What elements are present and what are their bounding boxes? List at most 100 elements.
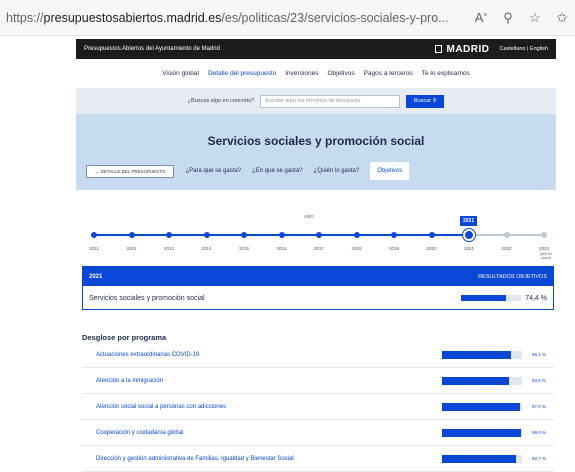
timeline-year-dot[interactable] [91,232,97,238]
result-progress-bar [461,295,522,301]
desglose-title: Desglose por programa [82,333,167,342]
search-button[interactable]: Buscar ⚲ [406,94,445,108]
tab-objetivos[interactable]: Objetivos [370,162,410,180]
search-input[interactable]: Escribe aquí los términos de búsqueda [260,94,401,108]
hero-section: Servicios sociales y promoción social ← … [76,114,556,190]
language-switch[interactable]: Castellano | English [499,46,548,52]
url-prefix: https:// [6,10,44,25]
result-year: 2021 [89,273,103,280]
search-label: ¿Buscas algo en concreto? [187,98,255,104]
program-name[interactable]: Cooperación y ciudadanía global [82,430,442,436]
timeline-year-dot[interactable] [391,232,397,238]
timeline-year-dot[interactable] [316,232,322,238]
program-progress-fill [442,350,511,359]
timeline-year-label[interactable]: 2022 [498,246,516,251]
timeline-year-dot[interactable] [128,232,135,238]
program-row[interactable]: Atención social social a personas con ad… [82,394,554,420]
timeline-year-label[interactable]: 2016 [273,246,291,251]
url-host: presupuestosabiertos.madrid.es [43,10,222,25]
site-top-bar: Presupuestos Abiertos del Ayuntamiento d… [76,39,556,59]
url-field[interactable]: https://presupuestosabiertos.madrid.es/e… [6,11,466,25]
timeline-year-dot[interactable] [166,232,172,238]
program-progress-fill [442,376,509,385]
program-progress-fill [442,428,522,437]
program-percent: 97,0 % [532,404,547,409]
year-timeline: AÑO 2011 2012 2013 2014 2015 2016 2017 2018 2019… [76,210,556,260]
result-card: 2021 RESULTADOS OBJETIVOS Servicios soci… [82,266,554,310]
timeline-year-dot[interactable] [503,232,510,238]
favorite-icon[interactable]: ☆ [528,10,542,26]
brand-name: MADRID [446,43,490,55]
timeline-year-label[interactable]: 2013 [160,246,178,251]
result-header: 2021 RESULTADOS OBJETIVOS [83,267,553,286]
timeline-year-label[interactable]: 2011 [85,246,103,251]
timeline-label: AÑO [304,214,314,219]
timeline-year-dot[interactable] [463,229,475,241]
browser-address-bar[interactable]: https://presupuestosabiertos.madrid.es/e… [0,0,575,36]
program-percent: 99,0 % [532,430,547,435]
madrid-logo[interactable]: MADRID [435,44,489,55]
main-nav: Visión global Detalle del presupuesto In… [76,70,556,84]
favorites-bar-icon[interactable]: ✩ [555,10,569,26]
program-progress-bar [442,376,522,385]
program-row[interactable]: Cooperación y ciudadanía global 99,0 % [82,420,554,446]
timeline-year-dot[interactable] [428,232,435,238]
url-path: /es/politicas/23/servicios-sociales-y-pr… [221,10,449,25]
tab-en-que[interactable]: ¿En qué se gasta? [252,168,302,174]
program-percent: 86,1 % [532,352,547,357]
nav-item-vision-global[interactable]: Visión global [162,70,199,84]
timeline-year-label[interactable]: 2023 [535,246,553,251]
program-progress-fill [442,402,520,411]
search-button-label: Buscar [413,98,432,104]
read-aloud-icon[interactable]: A» [474,10,488,26]
timeline-year-label[interactable]: 2020 [423,246,441,251]
timeline-year-label[interactable]: 2019 [385,246,403,251]
program-progress-bar [442,402,522,411]
timeline-year-dot[interactable] [541,232,547,238]
page-title: Servicios sociales y promoción social [207,134,425,148]
timeline-current-year-note: (año en curso) [540,252,552,260]
program-name[interactable]: Atención social social a personas con ad… [82,404,442,410]
nav-item-pagos[interactable]: Pagos a terceros [364,70,413,84]
search-band: ¿Buscas algo en concreto? Escribe aquí l… [76,88,556,114]
timeline-selected-year: 2021 [460,216,478,226]
timeline-year-dot[interactable] [203,232,210,238]
timeline-year-label[interactable]: 2012 [123,246,141,251]
program-percent: 83,5 % [532,378,547,383]
program-name[interactable]: Dirección y gestión administrativa de Fa… [82,456,442,462]
program-row[interactable]: Atención a la inmigración 83,5 % [82,368,554,394]
timeline-year-label[interactable]: 2017 [310,246,328,251]
nav-item-explicamos[interactable]: Te lo explicamos [422,70,470,84]
timeline-year-dot[interactable] [241,232,247,238]
search-icon: ⚲ [432,98,437,104]
result-row: Servicios sociales y promoción social 74… [83,286,553,310]
program-progress-bar [442,350,522,359]
timeline-year-label[interactable]: 2015 [235,246,253,251]
program-row[interactable]: Dirección y gestión administrativa de Fa… [82,446,554,472]
result-progress-fill [461,295,506,301]
nav-item-inversiones[interactable]: Inversiones [285,70,318,84]
program-progress-fill [442,454,517,463]
timeline-year-label[interactable]: 2018 [348,246,366,251]
nav-item-detalle[interactable]: Detalle del presupuesto [208,70,276,84]
timeline-year-label[interactable]: 2014 [198,246,216,251]
zoom-icon[interactable]: ⚲ [501,10,515,26]
program-progress-bar [442,454,522,463]
tab-quien[interactable]: ¿Quién lo gasta? [314,168,360,174]
timeline-year-label[interactable]: 2021 [460,246,478,251]
program-row[interactable]: Actuaciones extraordinarias COVID-19 86,1… [82,342,554,368]
result-name: Servicios sociales y promoción social [89,294,205,302]
madrid-logo-icon [435,45,443,53]
program-percent: 92,7 % [532,456,547,461]
timeline-year-dot[interactable] [278,232,285,238]
program-name[interactable]: Actuaciones extraordinarias COVID-19 [82,352,442,358]
program-progress-bar [442,428,522,437]
back-button[interactable]: ← DETALLE DEL PRESUPUESTO [86,164,175,178]
result-percent: 74,4 % [525,294,547,302]
program-name[interactable]: Atención a la inmigración [82,378,442,384]
timeline-year-dot[interactable] [353,232,360,238]
tab-para-que[interactable]: ¿Para qué se gasta? [185,168,241,174]
result-header-right: RESULTADOS OBJETIVOS [478,273,547,280]
nav-item-objetivos[interactable]: Objetivos [327,70,354,84]
portal-name[interactable]: Presupuestos Abiertos del Ayuntamiento d… [84,46,435,52]
